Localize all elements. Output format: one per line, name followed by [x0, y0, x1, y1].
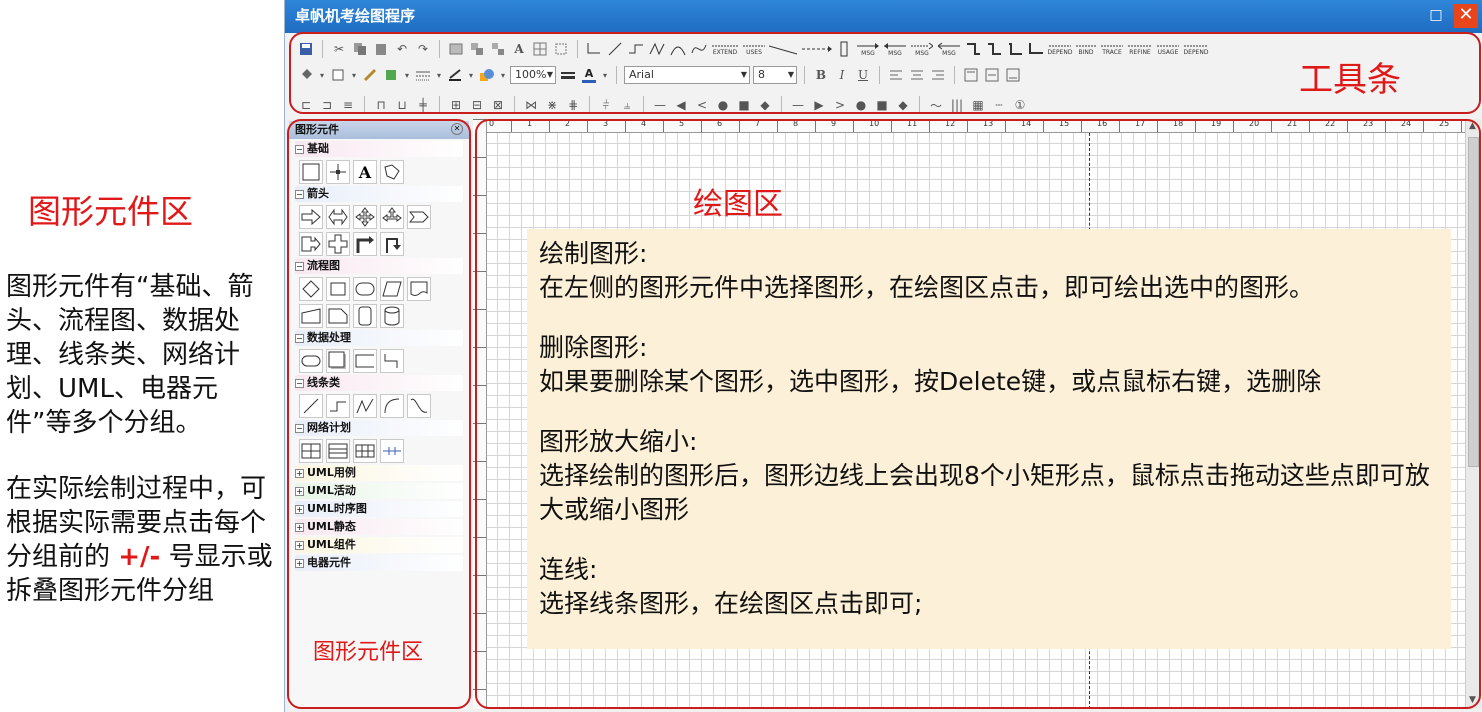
close-button[interactable]: ✕ — [1454, 4, 1478, 28]
description-paragraph-2: 在实际绘制过程中，可根据实际需要点击每个分组前的 +/- 号显示或拆叠图形元件分… — [6, 472, 274, 608]
panel-annotation-frame — [287, 119, 471, 709]
plus-minus-sign: +/- — [118, 542, 161, 572]
description-title: 图形元件区 — [28, 192, 193, 231]
description-paragraph-1: 图形元件有“基础、箭头、流程图、数据处理、线条类、网络计划、UML、电器元件”等… — [6, 272, 254, 438]
canvas-annotation-frame — [475, 119, 1481, 709]
window-title: 卓帆机考绘图程序 — [295, 7, 416, 25]
title-bar: 卓帆机考绘图程序 □ ✕ — [285, 0, 1482, 33]
toolbar-annotation-label: 工具条 — [1299, 60, 1401, 100]
description-panel: 图形元件区 图形元件有“基础、箭头、流程图、数据处理、线条类、网络计划、UML、… — [0, 0, 284, 712]
screenshot-page: 图形元件区 图形元件有“基础、箭头、流程图、数据处理、线条类、网络计划、UML、… — [0, 0, 1482, 712]
app-window: 卓帆机考绘图程序 □ ✕ ✂ ↶ ↷ A EXTEND USES MSG MSG… — [284, 0, 1482, 712]
panel-annotation-label: 图形元件区 — [313, 640, 424, 665]
maximize-button[interactable]: □ — [1424, 4, 1448, 28]
